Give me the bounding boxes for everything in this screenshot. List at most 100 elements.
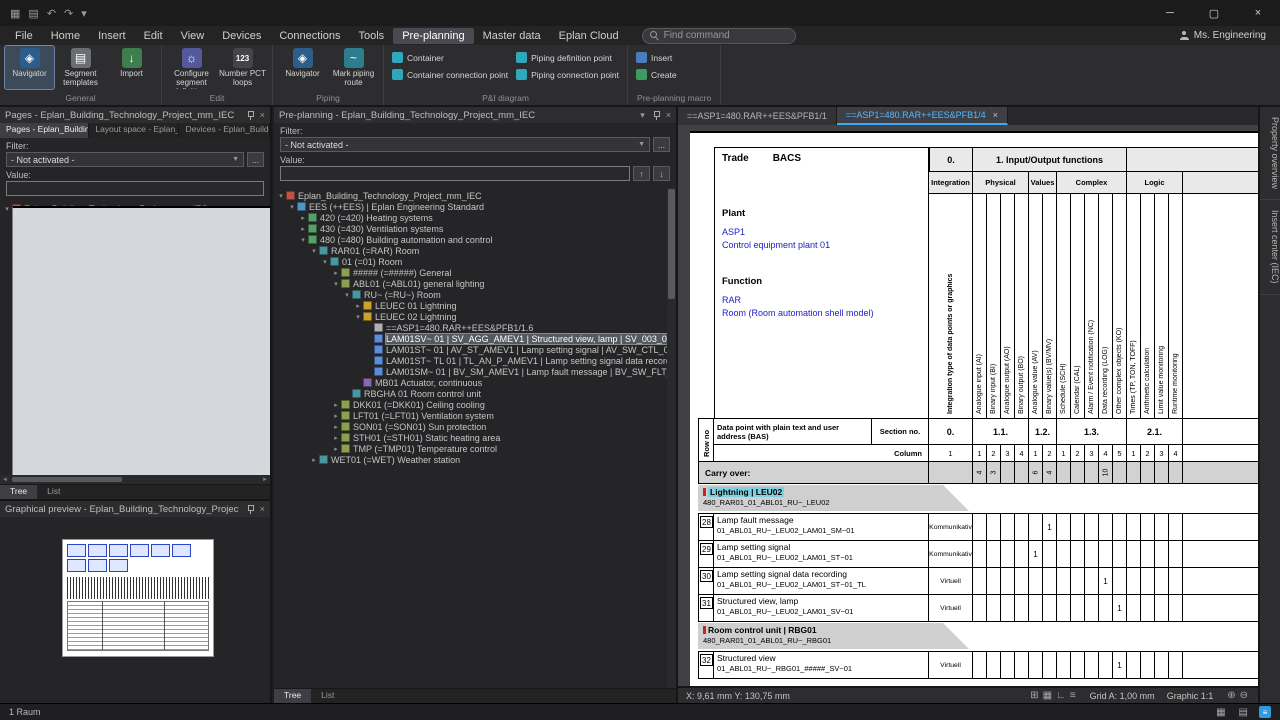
filter-more-button[interactable]: ...: [247, 152, 264, 167]
zoom-in-icon[interactable]: ⊕: [1227, 690, 1235, 701]
navigator-button[interactable]: ◈Navigator: [5, 46, 54, 89]
preplanning-tree-item[interactable]: ▾LEUEC 02 Lightning: [274, 311, 676, 322]
datapoint-text[interactable]: Lamp fault message: [717, 515, 925, 526]
grid-display-icon[interactable]: ▦: [1043, 690, 1052, 701]
value-up-button[interactable]: ↑: [633, 166, 650, 181]
close-tab-icon[interactable]: ×: [993, 110, 998, 120]
import-button[interactable]: ↓Import: [107, 46, 156, 89]
ribbon-tab-connections[interactable]: Connections: [270, 28, 349, 44]
tab-insert-center[interactable]: Insert center (IEC): [1260, 200, 1280, 295]
value-input[interactable]: [280, 166, 630, 181]
layers-icon[interactable]: ≡: [1070, 690, 1076, 701]
datapoint-address[interactable]: 01_ABL01_RU~_LEU02_LAM01_SV~01: [717, 607, 925, 617]
preplanning-tree-item[interactable]: ▾EES (++EES) | Eplan Engineering Standar…: [274, 201, 676, 212]
plant-code[interactable]: ASP1: [722, 227, 921, 237]
pin-icon[interactable]: [246, 111, 254, 120]
insert-button[interactable]: Insert: [636, 51, 677, 64]
collapse-icon[interactable]: ▾: [287, 203, 297, 211]
tab-list[interactable]: List: [311, 689, 344, 703]
collapse-icon[interactable]: ▾: [320, 258, 330, 266]
preplanning-tree-item[interactable]: ▸DKK01 (=DKK01) Ceiling cooling: [274, 399, 676, 410]
scroll-thumb[interactable]: [12, 477, 122, 482]
expand-icon[interactable]: ▸: [331, 412, 341, 420]
preplanning-tree-item[interactable]: LAM01SM~ 01 | BV_SM_AMEV1 | Lamp fault m…: [274, 366, 676, 377]
expand-icon[interactable]: ▸: [331, 269, 341, 277]
minimize-button[interactable]: ─: [1148, 0, 1192, 26]
filter-select[interactable]: - Not activated - ▼: [6, 152, 244, 167]
expand-icon[interactable]: ▸: [331, 434, 341, 442]
collapse-icon[interactable]: ▾: [298, 236, 308, 244]
scroll-thumb[interactable]: [668, 189, 675, 299]
snap-icon[interactable]: ⊞: [1030, 690, 1038, 701]
page-tree-item[interactable]: 1 Room: [0, 401, 270, 412]
close-icon[interactable]: ×: [260, 110, 265, 120]
ribbon-tab-devices[interactable]: Devices: [213, 28, 270, 44]
ribbon-tab-master-data[interactable]: Master data: [474, 28, 550, 44]
value-input[interactable]: [6, 181, 264, 196]
preplanning-tree-vscrollbar[interactable]: [667, 187, 676, 688]
preplanning-tree-item[interactable]: ▾01 (=01) Room: [274, 256, 676, 267]
segment-templates-button[interactable]: ▤Segment templates: [56, 46, 105, 89]
app-menu-icon[interactable]: ▦: [10, 7, 20, 20]
tab-pages[interactable]: Pages - Eplan_Buildin...: [0, 123, 89, 138]
quick-access-caret-icon[interactable]: ▾: [81, 7, 87, 20]
preplanning-tree-item[interactable]: ▾480 (=480) Building automation and cont…: [274, 234, 676, 245]
plant-description[interactable]: Control equipment plant 01: [722, 240, 921, 250]
find-command-input[interactable]: Find command: [642, 28, 796, 44]
preplanning-tree-item[interactable]: ▸##### (=#####) General: [274, 267, 676, 278]
number-pct-loops-button[interactable]: 123Number PCT loops: [218, 46, 267, 89]
tab-devices[interactable]: Devices - Eplan_Buildi...: [179, 123, 270, 138]
expand-icon[interactable]: ▸: [298, 225, 308, 233]
datapoint-text[interactable]: Structured view, lamp: [717, 596, 925, 607]
container-connection-point-button[interactable]: Container connection point: [392, 68, 508, 81]
preplanning-tree-item[interactable]: ▾RU~ (=RU~) Room: [274, 289, 676, 300]
tab-list[interactable]: List: [37, 485, 70, 499]
filter-select[interactable]: - Not activated - ▼: [280, 137, 650, 152]
user-badge[interactable]: Ms. Engineering: [1180, 26, 1266, 45]
preplanning-panel-header[interactable]: Pre-planning - Eplan_Building_Technology…: [274, 107, 676, 123]
preplanning-tree-item[interactable]: ▸LFT01 (=LFT01) Ventilation system: [274, 410, 676, 421]
datapoint-address[interactable]: 01_ABL01_RU~_RBG01_#####_SV~01: [717, 664, 925, 674]
document-tab[interactable]: ==ASP1=480.RAR++EES&PFB1/1: [678, 107, 837, 125]
scroll-right-icon[interactable]: ►: [260, 477, 270, 483]
pages-panel-header[interactable]: Pages - Eplan_Building_Technology_Projec…: [0, 107, 270, 123]
ribbon-tab-pre-planning[interactable]: Pre-planning: [393, 28, 473, 44]
datapoint-text[interactable]: Lamp setting signal: [717, 542, 925, 553]
ribbon-tab-file[interactable]: File: [6, 28, 42, 44]
expand-icon[interactable]: ▸: [353, 302, 363, 310]
collapse-icon[interactable]: ▾: [342, 291, 352, 299]
navigator-button[interactable]: ◈Navigator: [278, 46, 327, 89]
preplanning-tree-item[interactable]: ▸SON01 (=SON01) Sun protection: [274, 421, 676, 432]
filter-more-button[interactable]: ...: [653, 137, 670, 152]
expand-icon[interactable]: ▸: [309, 456, 319, 464]
close-icon[interactable]: ×: [260, 504, 265, 514]
function-description[interactable]: Room (Room automation shell model): [722, 308, 921, 318]
preplanning-tree-item[interactable]: LAM01SV~ 01 | SV_AGG_AMEV1 | Structured …: [274, 333, 676, 344]
ortho-icon[interactable]: ∟: [1056, 690, 1066, 701]
preplanning-tree-item[interactable]: ▾ABL01 (=ABL01) general lighting: [274, 278, 676, 289]
preplanning-tree-item[interactable]: ▸430 (=430) Ventilation systems: [274, 223, 676, 234]
preplanning-tree-item[interactable]: LAM01ST~ 01 | AV_ST_AMEV1 | Lamp setting…: [274, 344, 676, 355]
ribbon-tab-tools[interactable]: Tools: [350, 28, 394, 44]
datapoint-address[interactable]: 01_ABL01_RU~_LEU02_LAM01_SM~01: [717, 526, 925, 536]
ribbon-tab-insert[interactable]: Insert: [89, 28, 135, 44]
scroll-left-icon[interactable]: ◄: [0, 477, 10, 483]
ribbon-tab-view[interactable]: View: [172, 28, 214, 44]
collapse-icon[interactable]: ▾: [276, 192, 286, 200]
expand-icon[interactable]: ▸: [331, 401, 341, 409]
value-down-button[interactable]: ↓: [653, 166, 670, 181]
pages-tree-hscrollbar[interactable]: ◄ ►: [0, 475, 270, 484]
maximize-button[interactable]: ▢: [1192, 0, 1236, 26]
function-code[interactable]: RAR: [722, 295, 921, 305]
collapse-icon[interactable]: ▾: [331, 280, 341, 288]
piping-connection-point-button[interactable]: Piping connection point: [516, 68, 619, 81]
close-button[interactable]: ×: [1236, 0, 1280, 26]
document-tab[interactable]: ==ASP1=480.RAR++EES&PFB1/4×: [837, 107, 1008, 125]
preplanning-tree-item[interactable]: ▸LEUEC 01 Lightning: [274, 300, 676, 311]
expand-icon[interactable]: ▸: [298, 214, 308, 222]
collapse-icon[interactable]: ▾: [2, 205, 12, 213]
eplan-accent-icon[interactable]: ≡: [1259, 706, 1271, 718]
ribbon-tab-edit[interactable]: Edit: [135, 28, 172, 44]
save-icon[interactable]: ▤: [28, 7, 38, 20]
preplanning-tree-item[interactable]: RBGHA 01 Room control unit: [274, 388, 676, 399]
